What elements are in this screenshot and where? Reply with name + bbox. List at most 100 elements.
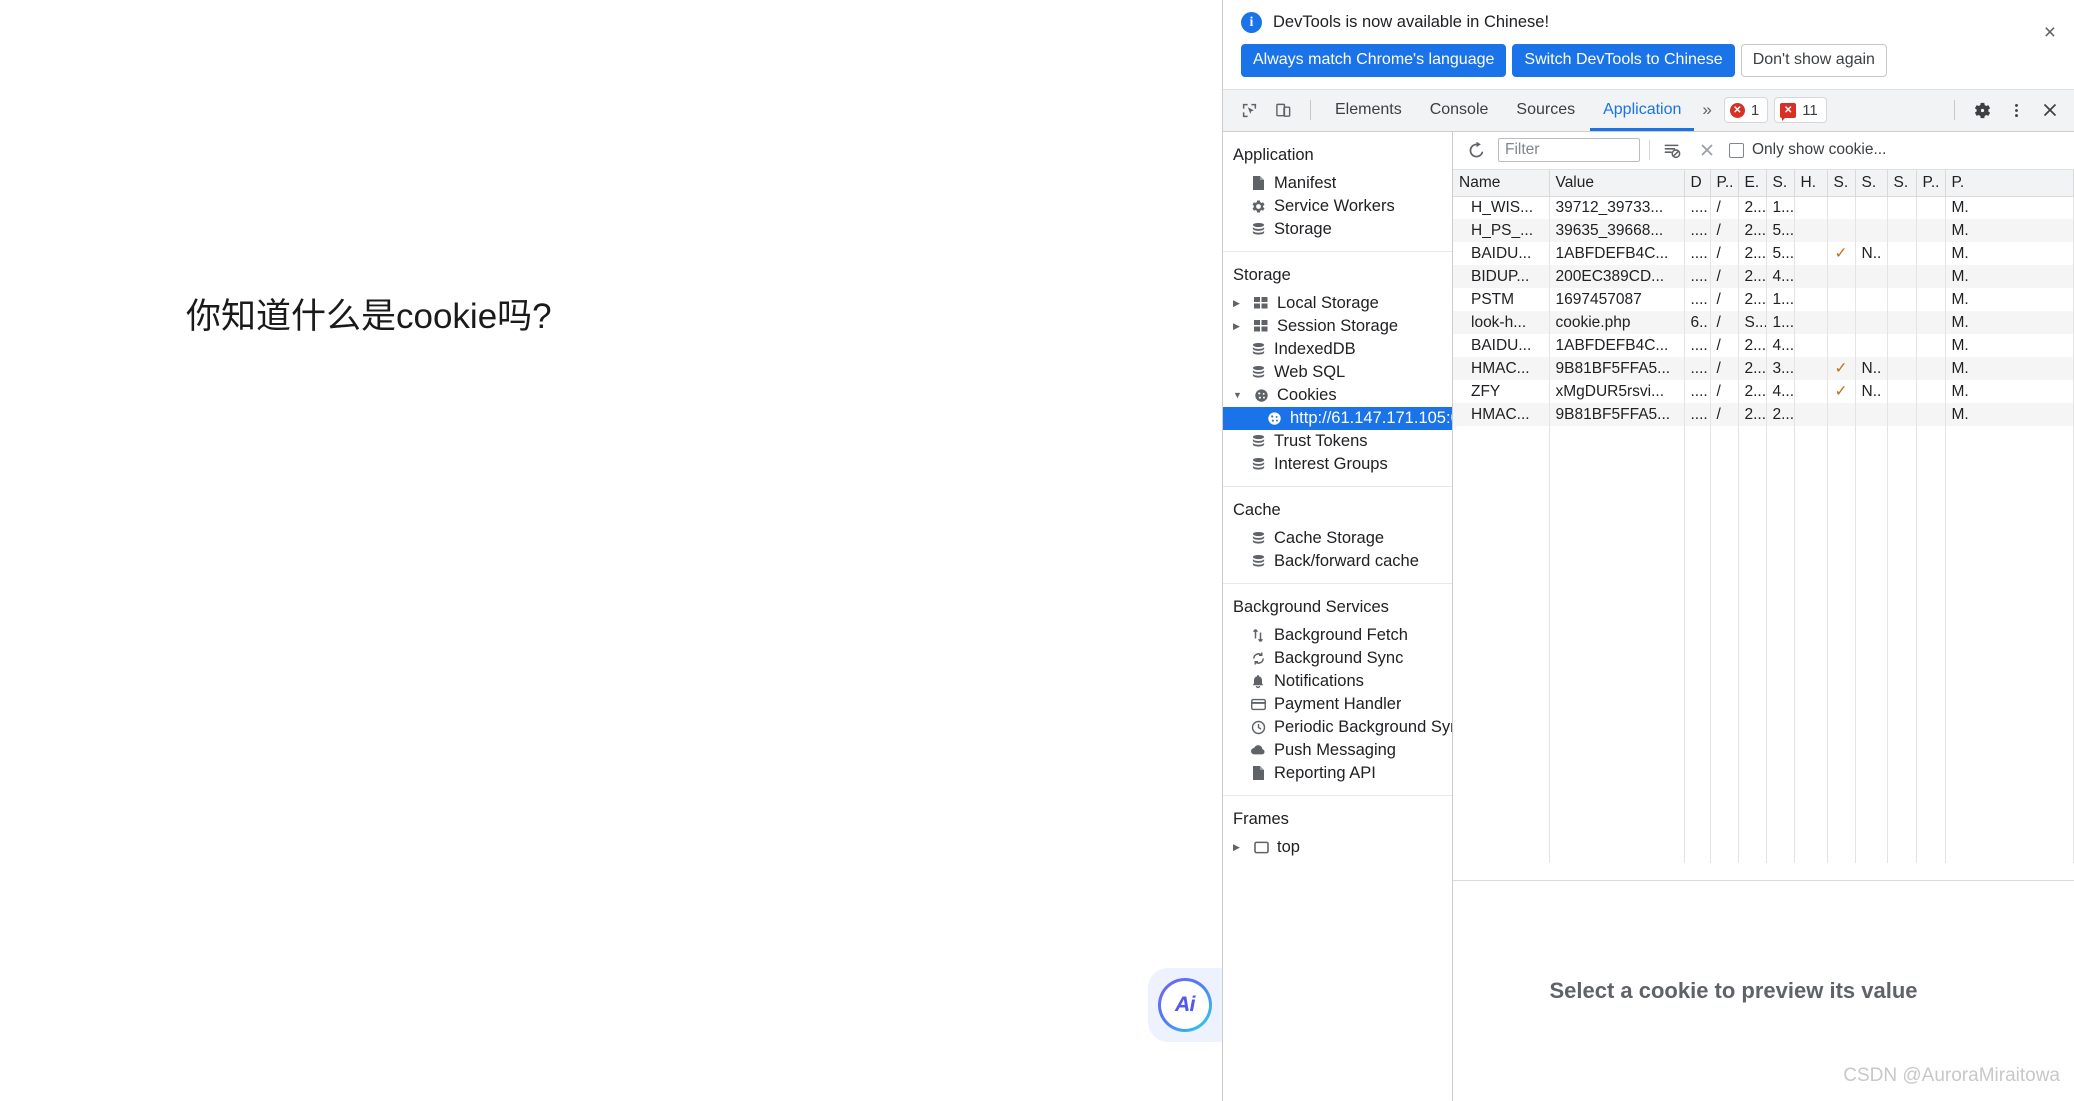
dont-show-again-button[interactable]: Don't show again (1740, 44, 1887, 77)
cell-empty (1738, 656, 1767, 680)
close-devtools-icon[interactable] (2034, 95, 2066, 125)
col-priority[interactable]: P. (1945, 169, 2074, 197)
filter-input[interactable] (1498, 138, 1640, 163)
sidebar-item-label: Service Workers (1274, 196, 1395, 215)
table-row[interactable]: HMAC... 9B81BF5FFA5......./2... 2... M. (1453, 403, 2074, 427)
cell-size: 5... (1766, 219, 1795, 243)
ai-assistant-button[interactable]: Ai (1148, 968, 1222, 1042)
cookies-table-container[interactable]: Name Value D P.. E. S. H. S. S. S. P.. P… (1453, 169, 2074, 880)
refresh-icon[interactable] (1463, 137, 1489, 163)
sidebar-item-background-fetch[interactable]: Background Fetch (1223, 624, 1452, 647)
col-samepartykey[interactable]: S. (1887, 169, 1917, 197)
chevron-right-icon[interactable]: ▶ (1233, 842, 1243, 853)
more-tabs-icon[interactable]: » (1696, 100, 1717, 120)
always-match-chrome-language-button[interactable]: Always match Chrome's language (1241, 44, 1507, 77)
cell-empty (1916, 702, 1946, 726)
sidebar-item-label: http://61.147.171.105:64557 (1290, 408, 1452, 427)
col-secure[interactable]: S. (1827, 169, 1856, 197)
sidebar-item-label: Back/forward cache (1274, 551, 1419, 570)
database-icon (1249, 365, 1267, 380)
cell-empty (1766, 518, 1795, 542)
chevron-right-icon[interactable]: ▶ (1233, 298, 1243, 309)
checkbox-box[interactable] (1729, 142, 1744, 158)
cell-empty (1453, 633, 1550, 657)
gear-icon[interactable] (1966, 95, 1998, 125)
sidebar-item-manifest[interactable]: Manifest (1223, 172, 1452, 195)
sidebar-item-cookies[interactable]: ▼ Cookies (1223, 384, 1452, 407)
sidebar-item-service-workers[interactable]: Service Workers (1223, 195, 1452, 218)
table-row[interactable]: BAIDU... 1ABFDEFB4C......./2... 4... M. (1453, 334, 2074, 358)
cell-samesite (1855, 219, 1888, 243)
cell-path: / (1710, 403, 1739, 427)
sidebar-item-back-forward-cache[interactable]: Back/forward cache (1223, 550, 1452, 573)
cookie-icon (1252, 388, 1270, 403)
table-row[interactable]: ZFY xMgDUR5rsvi......./2... 4... ✓ N.. M. (1453, 380, 2074, 404)
tab-elements[interactable]: Elements (1322, 90, 1415, 131)
table-row[interactable]: HMAC... 9B81BF5FFA5......./2... 3... ✓ N.. M. (1453, 357, 2074, 381)
table-row[interactable]: H_PS_... 39635_39668......./2... 5... M. (1453, 219, 2074, 243)
table-row[interactable]: BAIDU... 1ABFDEFB4C......./2... 5... ✓ N.. M. (1453, 242, 2074, 266)
sidebar-item-session-storage[interactable]: ▶ Session Storage (1223, 315, 1452, 338)
more-options-icon[interactable] (2000, 95, 2032, 125)
cell-empty (1855, 794, 1888, 818)
switch-devtools-to-chinese-button[interactable]: Switch DevTools to Chinese (1512, 44, 1735, 77)
infobar-message-row: i DevTools is now available in Chinese! (1241, 12, 2058, 33)
col-domain[interactable]: D (1684, 169, 1711, 197)
col-samesite[interactable]: S. (1855, 169, 1888, 197)
inspect-element-icon[interactable] (1233, 95, 1265, 125)
tab-application[interactable]: Application (1590, 90, 1694, 131)
error-count-badge[interactable]: ✕ 1 (1723, 97, 1769, 124)
close-icon[interactable]: × (2044, 22, 2056, 43)
col-partitionkey[interactable]: P.. (1916, 169, 1946, 197)
cell-sameparty (1887, 334, 1917, 358)
sidebar-item-web-sql[interactable]: Web SQL (1223, 361, 1452, 384)
table-empty-row (1453, 702, 2074, 726)
col-size[interactable]: S. (1766, 169, 1795, 197)
sidebar-item-trust-tokens[interactable]: Trust Tokens (1223, 430, 1452, 453)
sidebar-group-frames: Frames ▶ top (1223, 796, 1452, 869)
table-row[interactable]: BIDUP... 200EC389CD......./2... 4... M. (1453, 265, 2074, 289)
sidebar-item-notifications[interactable]: Notifications (1223, 670, 1452, 693)
col-value[interactable]: Value (1549, 169, 1685, 197)
sidebar-item-reporting-api[interactable]: Reporting API (1223, 762, 1452, 785)
col-expires[interactable]: E. (1738, 169, 1767, 197)
sidebar-item-indexeddb[interactable]: IndexedDB (1223, 338, 1452, 361)
screenshot-root: 你知道什么是cookie吗? Ai i DevTools is now avai… (0, 0, 2074, 1101)
sidebar-item-cookie-origin[interactable]: http://61.147.171.105:64557 (1223, 406, 1452, 430)
table-row[interactable]: PSTM 1697457087..../2... 1... M. (1453, 288, 2074, 312)
cell-path: / (1710, 357, 1739, 381)
sidebar-item-top-frame[interactable]: ▶ top (1223, 836, 1452, 859)
cell-partitionkey (1916, 334, 1946, 358)
only-show-cookies-checkbox[interactable]: Only show cookie... (1729, 141, 1886, 159)
device-toolbar-icon[interactable] (1267, 95, 1299, 125)
cell-partitionkey (1916, 311, 1946, 335)
cell-priority: M. (1945, 357, 2074, 381)
col-name[interactable]: Name (1453, 169, 1550, 197)
tab-sources[interactable]: Sources (1503, 90, 1588, 131)
table-row[interactable]: look-h... cookie.php 6.. / S... 1... M. (1453, 311, 2074, 335)
chevron-right-icon[interactable]: ▶ (1233, 321, 1243, 332)
clear-all-cookies-icon[interactable] (1694, 137, 1720, 163)
sidebar-item-cache-storage[interactable]: Cache Storage (1223, 527, 1452, 550)
sidebar-item-storage[interactable]: Storage (1223, 218, 1452, 241)
cookies-table-body: H_WIS... 39712_39733......./2... 1... M. H_P… (1453, 196, 2074, 864)
cell-empty (1916, 587, 1946, 611)
sidebar-item-payment-handler[interactable]: Payment Handler (1223, 693, 1452, 716)
sidebar-item-periodic-background-sync[interactable]: Periodic Background Sync (1223, 716, 1452, 739)
cell-size: 1... (1766, 311, 1795, 335)
tab-console[interactable]: Console (1417, 90, 1502, 131)
chevron-down-icon[interactable]: ▼ (1233, 390, 1243, 400)
sidebar-item-push-messaging[interactable]: Push Messaging (1223, 739, 1452, 762)
sidebar-item-interest-groups[interactable]: Interest Groups (1223, 453, 1452, 476)
sidebar-item-background-sync[interactable]: Background Sync (1223, 647, 1452, 670)
toolbar-divider (1310, 100, 1311, 121)
clear-filtered-cookies-icon[interactable] (1659, 137, 1685, 163)
col-httponly[interactable]: H. (1794, 169, 1828, 197)
cell-empty (1794, 518, 1828, 542)
cell-expires: 2... (1738, 288, 1767, 312)
sidebar-item-local-storage[interactable]: ▶ Local Storage (1223, 292, 1452, 315)
cell-sameparty (1887, 242, 1917, 266)
table-row[interactable]: H_WIS... 39712_39733......./2... 1... M. (1453, 196, 2074, 220)
col-path[interactable]: P.. (1710, 169, 1739, 197)
issue-count-badge[interactable]: ✕ 11 (1774, 97, 1827, 124)
